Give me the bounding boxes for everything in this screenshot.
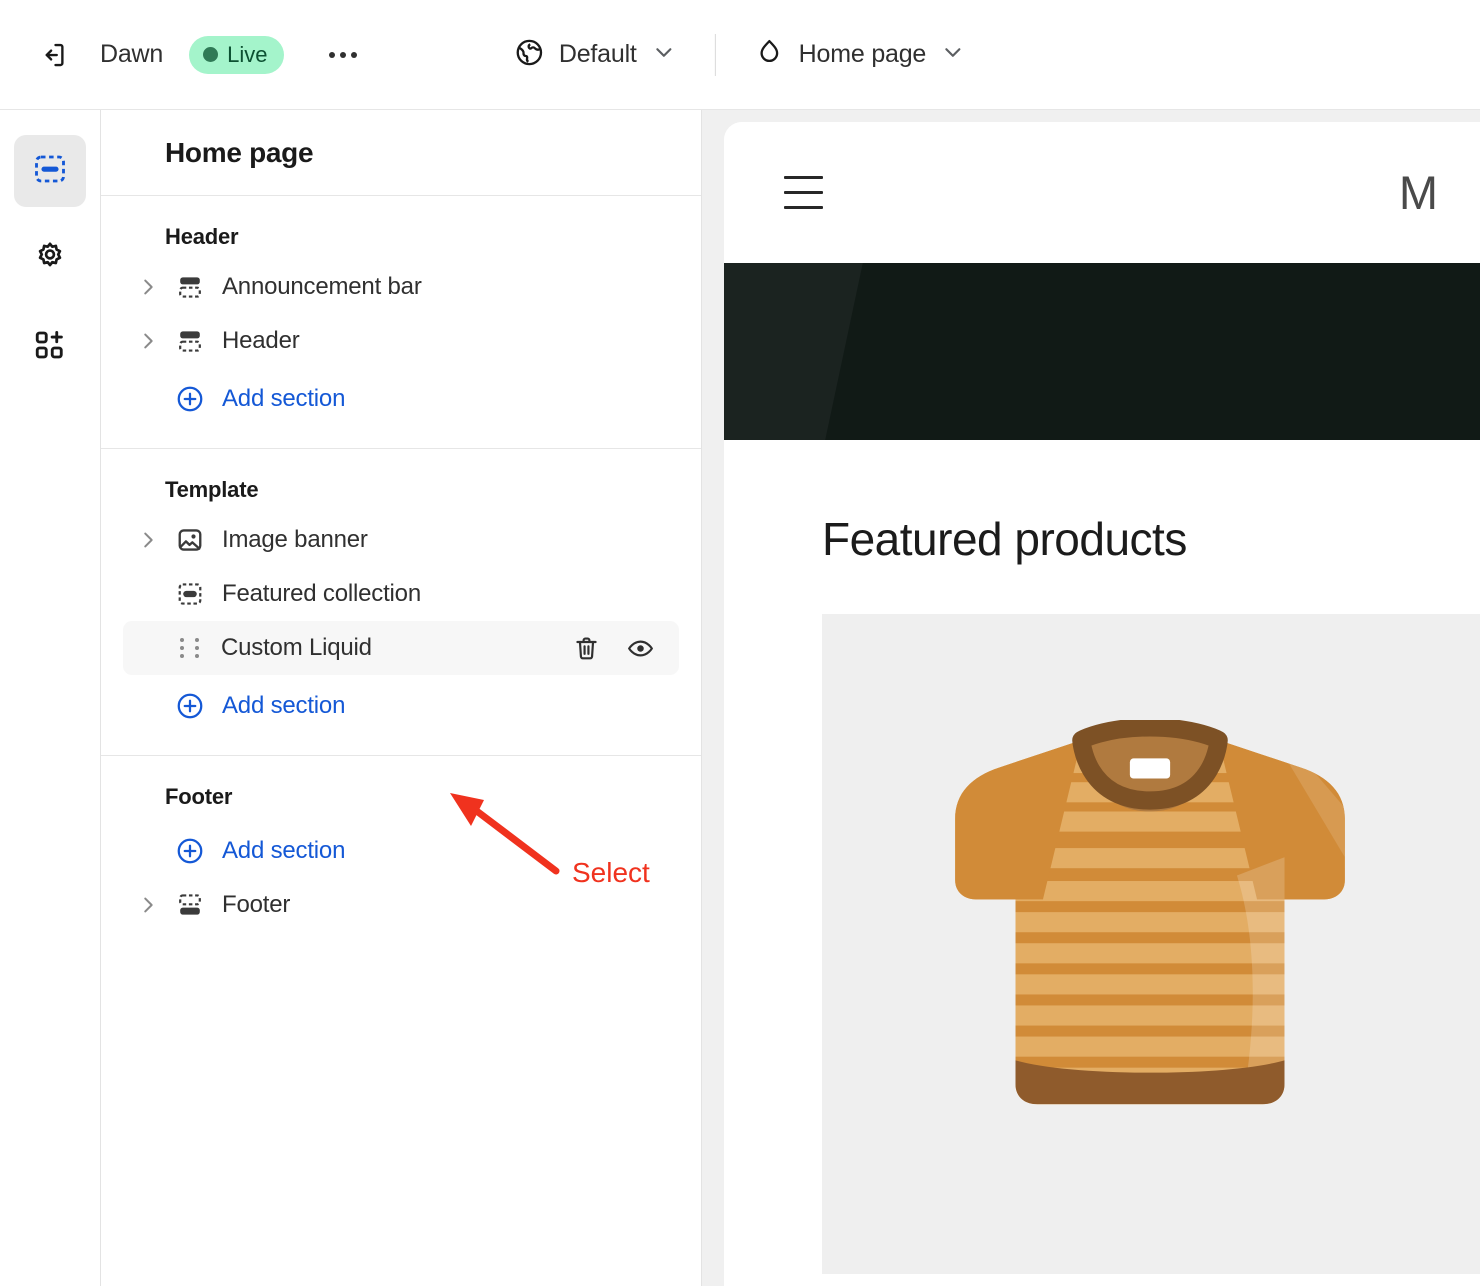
plus-circle-icon (173, 689, 207, 723)
plus-circle-icon (173, 834, 207, 868)
page-title: Home page (165, 136, 314, 168)
ellipsis-dot (329, 51, 336, 58)
market-selector[interactable]: Default (500, 29, 691, 81)
top-bar: Dawn Live Default Home page (0, 0, 1480, 110)
sidebar-item-custom-liquid[interactable]: Custom Liquid (123, 621, 679, 675)
eye-icon[interactable] (623, 631, 657, 665)
section-group-template: Template Image banner Featured collectio… (101, 449, 701, 756)
drag-handle-icon[interactable] (180, 635, 206, 661)
section-footer-icon (173, 888, 207, 922)
product-card[interactable] (822, 614, 1480, 1274)
chevron-down-icon (651, 39, 677, 70)
sections-sidebar: Home page Header Announcement bar Header… (101, 110, 702, 1286)
editor-body: Home page Header Announcement bar Header… (0, 110, 1480, 1286)
globe-icon (514, 37, 545, 73)
theme-name: Dawn (100, 40, 164, 68)
tshirt-illustration (935, 718, 1365, 1128)
sections-icon (32, 151, 68, 192)
sidebar-item-announcement-bar[interactable]: Announcement bar (123, 260, 679, 314)
shop-name: M (1398, 166, 1438, 219)
add-section-label: Add section (222, 837, 346, 864)
chevron-right-icon[interactable] (131, 260, 165, 314)
sidebar-header: Home page (101, 110, 701, 196)
storefront-preview[interactable]: M Featured products (724, 122, 1480, 1286)
sidebar-item-footer[interactable]: Footer (123, 878, 679, 932)
chevron-right-icon[interactable] (131, 314, 165, 368)
section-header-icon (173, 270, 207, 304)
status-badge-label: Live (227, 41, 268, 67)
theme-editor-app: Dawn Live Default Home page Home page He… (0, 0, 1480, 1286)
chevron-down-icon (940, 39, 966, 70)
home-icon (754, 37, 785, 73)
status-dot-icon (203, 47, 219, 62)
section-header-icon (173, 324, 207, 358)
rail-item-theme-settings[interactable] (14, 223, 86, 295)
gear-icon (32, 239, 68, 280)
featured-products-heading: Featured products (822, 513, 1187, 565)
ellipsis-icon[interactable] (320, 32, 366, 78)
sidebar-item-label: Footer (222, 891, 291, 918)
sidebar-item-label: Custom Liquid (221, 634, 372, 661)
top-bar-left: Dawn Live (0, 32, 366, 78)
sidebar-item-header[interactable]: Header (123, 314, 679, 368)
add-section-button-footer[interactable]: Add section (123, 824, 679, 878)
rail-item-sections[interactable] (14, 135, 86, 207)
exit-icon[interactable] (30, 32, 76, 78)
market-label: Default (558, 40, 637, 68)
section-group-header: Header Announcement bar Header Add secti… (101, 196, 701, 449)
divider (714, 33, 716, 76)
section-block-icon (173, 577, 207, 611)
chevron-right-icon[interactable] (131, 878, 165, 932)
sidebar-item-featured-collection[interactable]: Featured collection (123, 567, 679, 621)
add-section-button-header[interactable]: Add section (123, 372, 679, 426)
hamburger-menu-icon[interactable] (784, 176, 823, 209)
apps-icon (32, 327, 68, 368)
group-title: Header (165, 224, 239, 249)
sidebar-item-label: Announcement bar (222, 273, 422, 300)
add-section-label: Add section (222, 692, 346, 719)
top-bar-center: Default Home page (500, 0, 980, 109)
ellipsis-dot (340, 51, 347, 58)
section-group-footer: Footer Add section Footer (101, 756, 701, 954)
image-banner-hero[interactable] (724, 263, 1480, 440)
image-icon (173, 523, 207, 557)
page-selector[interactable]: Home page (740, 29, 980, 81)
ellipsis-dot (351, 51, 358, 58)
sidebar-item-label: Header (222, 327, 300, 354)
add-section-label: Add section (222, 385, 346, 412)
status-badge: Live (189, 35, 285, 74)
storefront-header: M (724, 122, 1480, 263)
add-section-button-template[interactable]: Add section (123, 679, 679, 733)
sidebar-item-label: Image banner (222, 526, 368, 553)
sidebar-item-label: Featured collection (222, 580, 421, 607)
group-title: Template (165, 477, 259, 502)
row-actions (569, 631, 665, 665)
chevron-right-icon[interactable] (131, 513, 165, 567)
rail-item-apps[interactable] (14, 311, 86, 383)
preview-pane: M Featured products (702, 110, 1480, 1286)
page-label: Home page (798, 40, 927, 68)
icon-rail (0, 110, 101, 1286)
plus-circle-icon (173, 382, 207, 416)
group-title: Footer (165, 784, 233, 809)
delete-icon[interactable] (569, 631, 603, 665)
sidebar-item-image-banner[interactable]: Image banner (123, 513, 679, 567)
